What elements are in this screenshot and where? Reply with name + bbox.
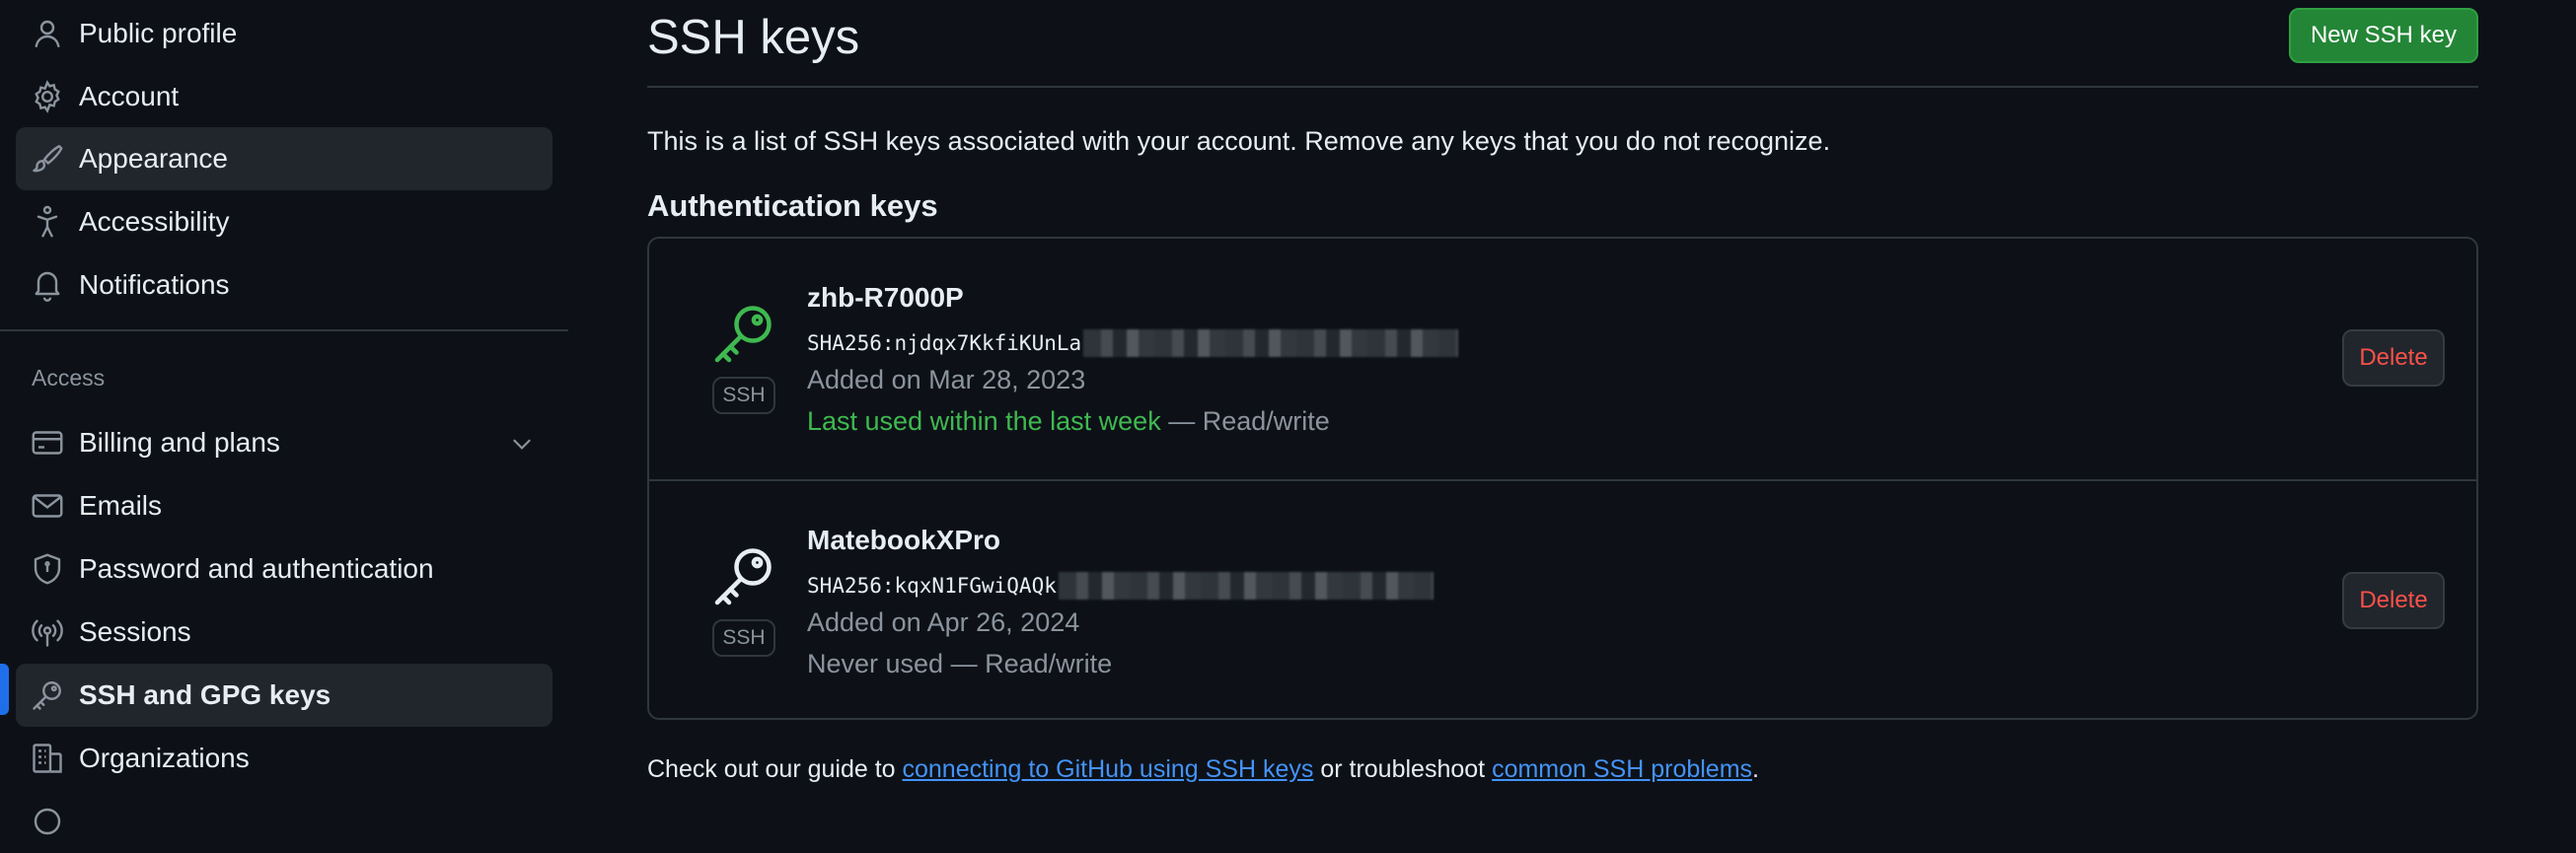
ssh-keys-list: SSH zhb-R7000P SHA256:njdqx7KkfiKUnLa Ad… xyxy=(647,237,2478,720)
sidebar-item-ssh-gpg-keys[interactable]: SSH and GPG keys xyxy=(16,664,552,727)
common-problems-link[interactable]: common SSH problems xyxy=(1492,755,1752,783)
ssh-key-row: SSH MatebookXPro SHA256:kqxN1FGwiQAQk Ad… xyxy=(649,479,2476,722)
ssh-badge: SSH xyxy=(712,619,775,657)
sidebar-item-label: Accessibility xyxy=(79,206,230,237)
sidebar-item-label: Organizations xyxy=(79,743,250,773)
sidebar-item-billing[interactable]: Billing and plans xyxy=(16,411,552,474)
key-fingerprint: SHA256:kqxN1FGwiQAQk xyxy=(807,572,1434,600)
sidebar-item-label: Public profile xyxy=(79,18,238,48)
delete-key-button[interactable]: Delete xyxy=(2342,572,2445,629)
shield-lock-icon xyxy=(30,551,65,587)
sidebar-item-appearance[interactable]: Appearance xyxy=(16,127,552,190)
sidebar-item-label: Password and authentication xyxy=(79,553,434,584)
accessibility-icon xyxy=(30,204,65,240)
key-icon xyxy=(30,677,65,713)
title-divider xyxy=(647,86,2478,88)
sidebar-item-label: Sessions xyxy=(79,616,191,647)
key-icon xyxy=(708,298,779,369)
sidebar-item-notifications[interactable]: Notifications xyxy=(16,253,552,317)
last-used-text: Never used xyxy=(807,649,944,678)
chevron-down-icon[interactable] xyxy=(509,431,535,457)
delete-key-button[interactable]: Delete xyxy=(2342,329,2445,387)
sidebar-item-sessions[interactable]: Sessions xyxy=(16,601,552,664)
person-icon xyxy=(30,16,65,51)
sidebar-item-password-authentication[interactable]: Password and authentication xyxy=(16,537,552,601)
sidebar-item-partial[interactable] xyxy=(16,790,552,853)
sidebar-item-label: Emails xyxy=(79,490,163,521)
access-level: — Read/write xyxy=(943,649,1113,678)
intro-text: This is a list of SSH keys associated wi… xyxy=(647,126,1831,156)
ssh-key-row: SSH zhb-R7000P SHA256:njdqx7KkfiKUnLa Ad… xyxy=(649,239,2476,479)
key-usage: Last used within the last week — Read/wr… xyxy=(807,406,1330,437)
access-level: — Read/write xyxy=(1160,406,1330,436)
authentication-keys-heading: Authentication keys xyxy=(647,188,938,223)
sidebar-section-label: Access xyxy=(32,365,106,391)
organization-icon xyxy=(30,741,65,776)
paintbrush-icon xyxy=(30,141,65,177)
key-title: MatebookXPro xyxy=(807,525,1001,555)
sidebar-item-label: Billing and plans xyxy=(79,427,280,458)
active-indicator xyxy=(0,664,9,715)
footer-prefix: Check out our guide to xyxy=(647,755,903,783)
redacted-fingerprint xyxy=(1058,572,1434,600)
sidebar-item-label: Notifications xyxy=(79,269,230,300)
partial-icon xyxy=(30,804,65,839)
sidebar-item-emails[interactable]: Emails xyxy=(16,474,552,537)
main-content: SSH keys New SSH key This is a list of S… xyxy=(647,0,2478,812)
last-used-text: Last used within the last week xyxy=(807,406,1161,436)
sidebar-divider xyxy=(0,329,568,331)
gear-icon xyxy=(30,79,65,114)
mail-icon xyxy=(30,488,65,524)
key-icon xyxy=(708,540,779,611)
key-title: zhb-R7000P xyxy=(807,282,964,313)
settings-sidebar: Public profile Account Appearance Access… xyxy=(0,0,568,835)
key-usage: Never used — Read/write xyxy=(807,649,1112,679)
sidebar-item-label: SSH and GPG keys xyxy=(79,679,331,710)
sidebar-item-public-profile[interactable]: Public profile xyxy=(16,2,552,65)
ssh-badge: SSH xyxy=(712,377,775,414)
footer-help-text: Check out our guide to connecting to Git… xyxy=(647,755,1759,784)
sidebar-item-organizations[interactable]: Organizations xyxy=(16,727,552,790)
sidebar-item-label: Account xyxy=(79,81,180,111)
fingerprint-text: SHA256:njdqx7KkfiKUnLa xyxy=(807,331,1082,355)
footer-suffix: . xyxy=(1752,755,1759,783)
sidebar-item-label: Appearance xyxy=(79,143,229,174)
credit-card-icon xyxy=(30,425,65,461)
broadcast-icon xyxy=(30,614,65,650)
key-added-date: Added on Mar 28, 2023 xyxy=(807,365,1086,394)
footer-middle: or troubleshoot xyxy=(1313,755,1493,783)
new-ssh-key-button[interactable]: New SSH key xyxy=(2289,8,2478,63)
key-added-date: Added on Apr 26, 2024 xyxy=(807,607,1080,637)
fingerprint-text: SHA256:kqxN1FGwiQAQk xyxy=(807,574,1057,598)
redacted-fingerprint xyxy=(1083,329,1459,357)
sidebar-item-accessibility[interactable]: Accessibility xyxy=(16,190,552,253)
page-title: SSH keys xyxy=(647,11,860,64)
bell-icon xyxy=(30,267,65,303)
sidebar-item-account[interactable]: Account xyxy=(16,65,552,128)
key-fingerprint: SHA256:njdqx7KkfiKUnLa xyxy=(807,329,1459,357)
connecting-guide-link[interactable]: connecting to GitHub using SSH keys xyxy=(903,755,1314,783)
